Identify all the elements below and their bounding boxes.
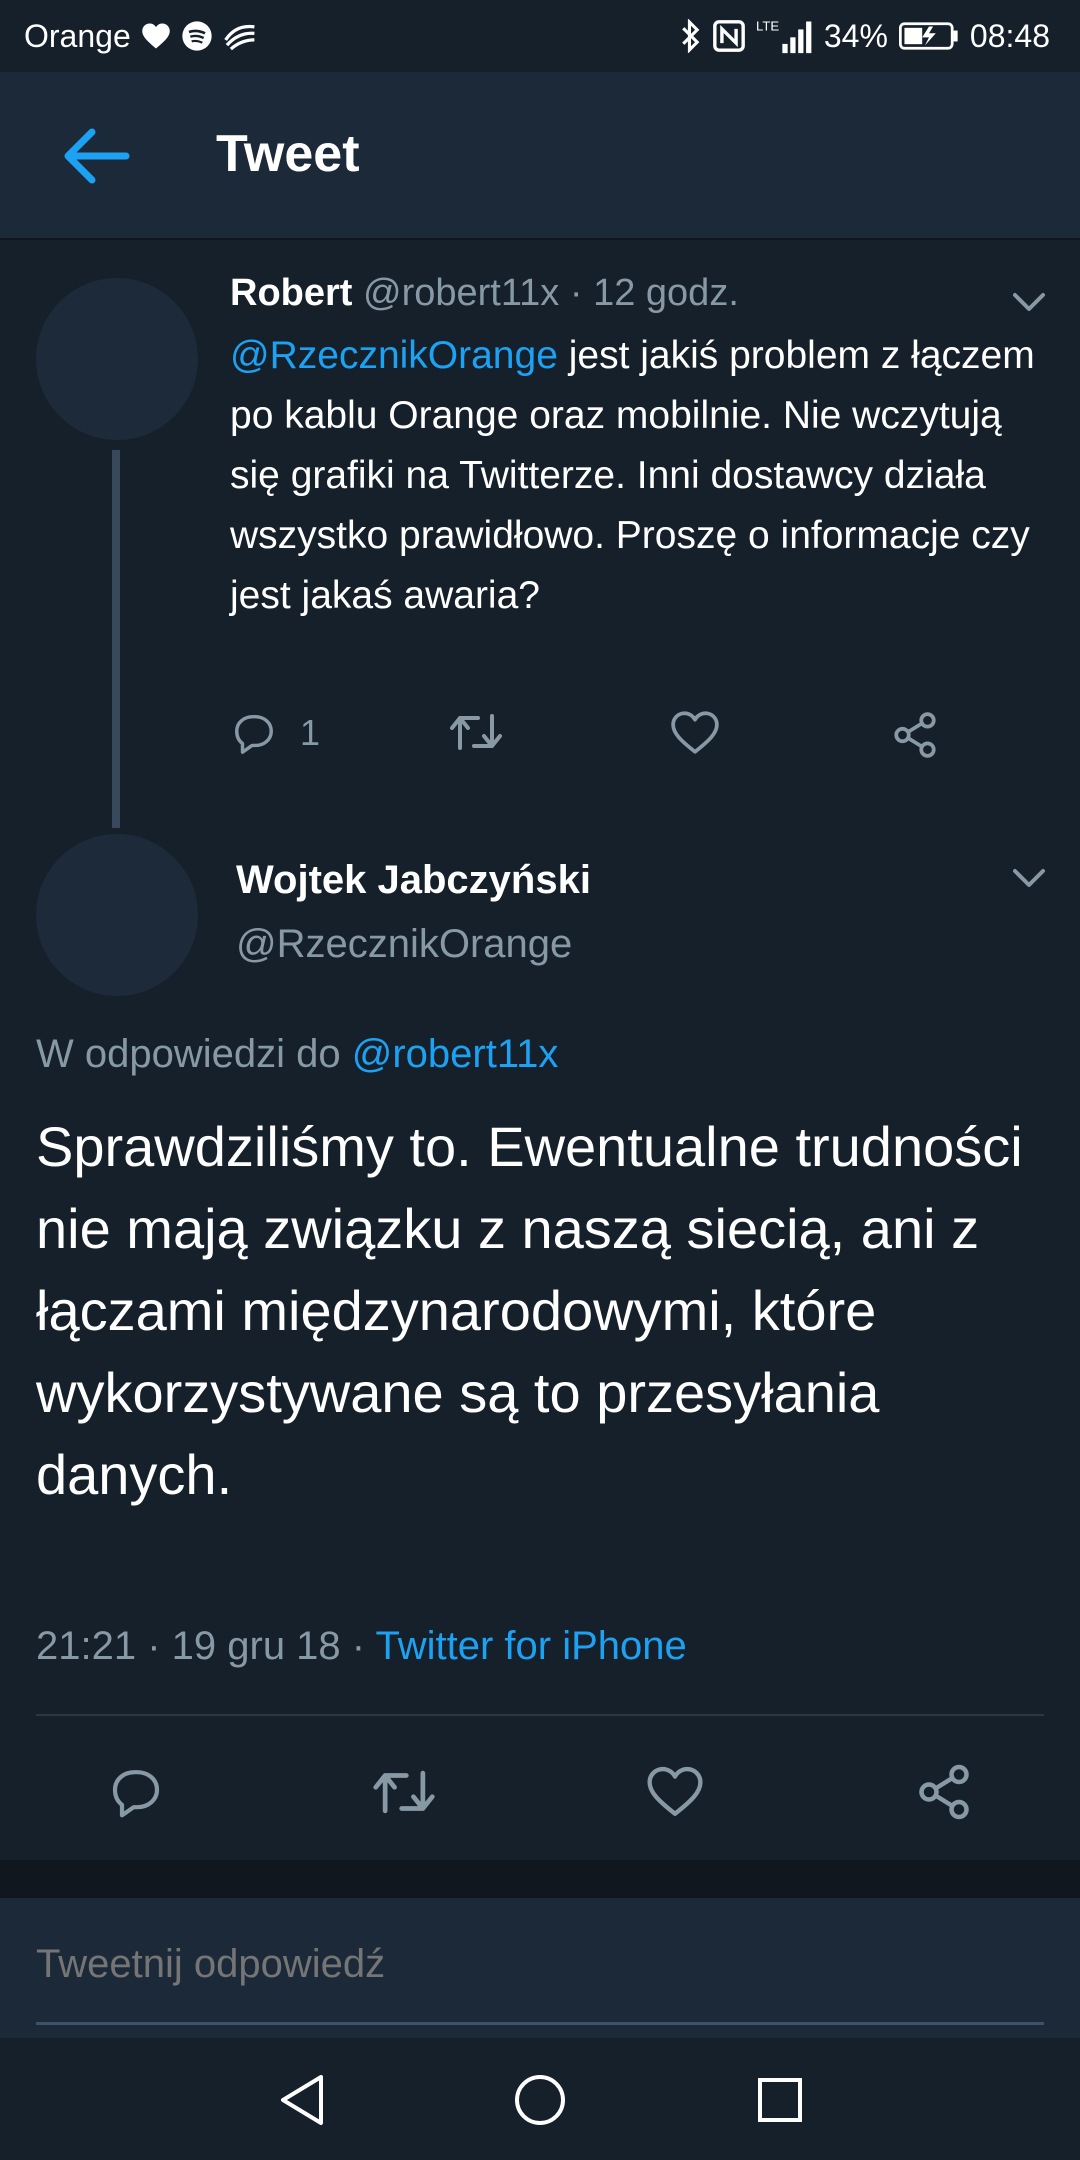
avatar[interactable] [36,278,198,440]
system-navigation-bar [0,2040,1080,2160]
clock: 08:48 [969,17,1050,54]
arrow-left-icon [64,128,130,184]
main-tweet-actions [0,1752,1080,1832]
network-type-label: LTE [756,19,779,34]
author-handle: @RzecznikOrange [236,922,573,966]
reply-icon [112,1770,160,1818]
triangle-back-icon [281,2075,323,2125]
share-button[interactable] [890,710,940,760]
status-bar: Orange LTE 34% 08:48 [0,0,1080,72]
reply-input-underline [36,2022,1044,2025]
nfc-icon [712,19,746,53]
share-button[interactable] [904,1752,984,1832]
avatar[interactable] [36,834,198,996]
author-handle: @robert11x [363,272,560,314]
share-icon [894,712,936,758]
author-name[interactable]: Robert [230,272,352,314]
sync-icon [223,21,257,51]
battery-percent: 34% [823,17,888,54]
signal-icon: LTE [756,17,814,55]
bluetooth-icon [680,19,702,53]
square-recents-icon [758,2078,802,2122]
battery-icon [898,21,960,51]
tweet-time: · 12 godz. [569,272,739,314]
nav-back-button[interactable] [262,2060,342,2140]
replying-to-link[interactable]: @robert11x [352,1032,559,1076]
tweet-meta: 21:21 · 19 gru 18 · Twitter for iPhone [36,1624,687,1669]
retweet-icon [450,714,502,750]
retweet-button[interactable] [448,710,504,754]
tweet-options-button[interactable] [1007,856,1051,900]
divider [36,1714,1044,1716]
share-icon [919,1764,969,1820]
heart-outline-icon [647,1766,703,1816]
circle-home-icon [515,2075,565,2125]
retweet-button[interactable] [364,1752,444,1832]
main-tweet-text: Sprawdziliśmy to. Ewentualne trudności n… [36,1115,1023,1506]
reply-button[interactable] [96,1752,176,1832]
tweet-source-link[interactable]: Twitter for iPhone [376,1624,687,1668]
app-bar: Tweet [0,72,1080,240]
heart-icon [141,22,171,50]
thread-connector-line [112,450,120,828]
reply-icon [235,714,273,754]
heart-outline-icon [671,711,719,754]
replying-prefix: W odpowiedzi do [36,1032,341,1076]
retweet-icon [373,1770,435,1814]
parent-tweet-header: Robert @robert11x · 12 godz. [230,272,739,315]
parent-tweet-text: @RzecznikOrange jest jakiś problem z łąc… [230,326,1050,626]
chevron-down-icon [1013,869,1045,887]
spotify-icon [181,20,213,52]
back-button[interactable] [56,116,136,196]
like-button[interactable] [635,1752,715,1832]
reply-input[interactable] [36,1934,1044,1994]
section-divider [0,1860,1080,1898]
like-button[interactable] [670,710,720,756]
page-title: Tweet [216,125,360,183]
tweet-options-button[interactable] [1007,280,1051,324]
carrier-name: Orange [24,17,131,54]
tweet-timestamp: 21:21 · 19 gru 18 · [36,1624,376,1668]
replying-to-line: W odpowiedzi do @robert11x [36,1032,558,1077]
reply-button[interactable]: 1 [230,710,320,756]
author-name[interactable]: Wojtek Jabczyński [236,858,591,903]
nav-recents-button[interactable] [740,2060,820,2140]
reply-composer [0,1898,1080,2038]
nav-home-button[interactable] [500,2060,580,2140]
mention-link[interactable]: @RzecznikOrange [230,334,558,377]
parent-tweet-actions: 1 [230,710,960,770]
chevron-down-icon [1013,293,1045,311]
reply-count: 1 [300,712,321,753]
